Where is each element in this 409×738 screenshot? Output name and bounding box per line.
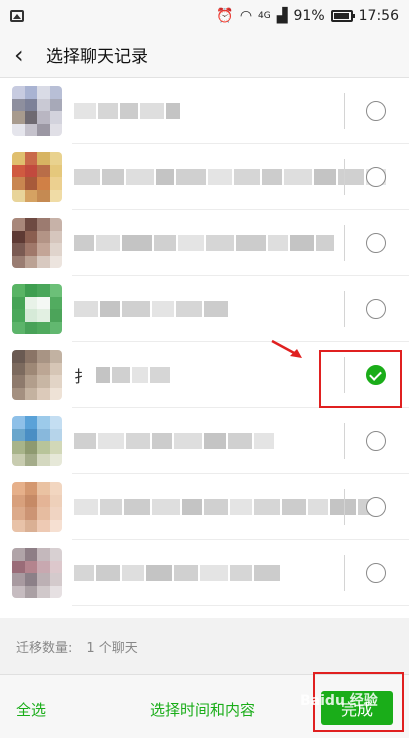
avatar bbox=[12, 152, 62, 202]
chevron-left-icon[interactable]: ‹ bbox=[14, 41, 38, 69]
highlight-box-checkbox bbox=[319, 350, 402, 408]
status-left bbox=[10, 10, 24, 22]
chat-row[interactable] bbox=[0, 144, 409, 210]
chat-row[interactable] bbox=[0, 408, 409, 474]
chat-name: 扌 bbox=[74, 364, 171, 386]
row-divider bbox=[344, 291, 345, 327]
avatar bbox=[12, 350, 62, 400]
avatar bbox=[12, 416, 62, 466]
nav-bar: ‹ 选择聊天记录 bbox=[0, 32, 409, 78]
page-title: 选择聊天记录 bbox=[46, 47, 148, 67]
status-bar: ⏰ ◠ 4G ▟ 91% 17:56 bbox=[0, 0, 409, 32]
migration-count-value: 1 个聊天 bbox=[86, 640, 138, 656]
wifi-icon: ◠ bbox=[239, 8, 253, 24]
row-divider bbox=[344, 489, 345, 525]
checkbox-icon[interactable] bbox=[366, 101, 386, 121]
avatar bbox=[12, 482, 62, 532]
battery-percent: 91% bbox=[293, 8, 325, 24]
clock: 17:56 bbox=[358, 8, 399, 24]
chat-name-text: 扌 bbox=[74, 367, 91, 386]
row-separator bbox=[72, 605, 409, 606]
chat-name bbox=[74, 430, 274, 452]
status-right: ⏰ ◠ 4G ▟ 91% 17:56 bbox=[216, 8, 399, 24]
chat-name bbox=[74, 166, 386, 188]
chat-row[interactable] bbox=[0, 474, 409, 540]
row-divider bbox=[344, 423, 345, 459]
chat-name bbox=[74, 232, 334, 254]
checkbox-icon[interactable] bbox=[366, 167, 386, 187]
checkbox-icon[interactable] bbox=[366, 497, 386, 517]
select-time-content-button[interactable]: 选择时间和内容 bbox=[150, 699, 255, 720]
alarm-icon: ⏰ bbox=[216, 8, 234, 24]
select-all-button[interactable]: 全选 bbox=[16, 699, 46, 720]
row-divider bbox=[344, 159, 345, 195]
checkbox-icon[interactable] bbox=[366, 563, 386, 583]
chat-list: 扌 bbox=[0, 78, 409, 618]
row-divider bbox=[344, 93, 345, 129]
chat-name bbox=[74, 562, 280, 584]
avatar bbox=[12, 86, 62, 136]
chat-name bbox=[74, 100, 180, 122]
row-divider bbox=[344, 225, 345, 261]
checkbox-icon[interactable] bbox=[366, 233, 386, 253]
avatar bbox=[12, 284, 62, 334]
chat-name bbox=[74, 298, 228, 320]
signal-label: 4G bbox=[258, 11, 271, 21]
migration-count: 迁移数量: 1 个聊天 bbox=[0, 618, 409, 674]
row-divider bbox=[344, 555, 345, 591]
chat-row[interactable] bbox=[0, 210, 409, 276]
annotation-arrow-icon bbox=[271, 339, 302, 358]
migration-count-label: 迁移数量: bbox=[16, 640, 73, 656]
chat-row[interactable] bbox=[0, 78, 409, 144]
checkbox-icon[interactable] bbox=[366, 431, 386, 451]
avatar bbox=[12, 548, 62, 598]
watermark-text: Baidu 经验 bbox=[300, 693, 378, 709]
chat-row[interactable] bbox=[0, 540, 409, 606]
chat-name bbox=[74, 496, 380, 518]
signal-icon: ▟ bbox=[276, 8, 288, 24]
checkbox-icon[interactable] bbox=[366, 299, 386, 319]
avatar bbox=[12, 218, 62, 268]
gallery-notification-icon bbox=[10, 10, 24, 22]
chat-row[interactable] bbox=[0, 276, 409, 342]
battery-icon bbox=[330, 10, 355, 22]
